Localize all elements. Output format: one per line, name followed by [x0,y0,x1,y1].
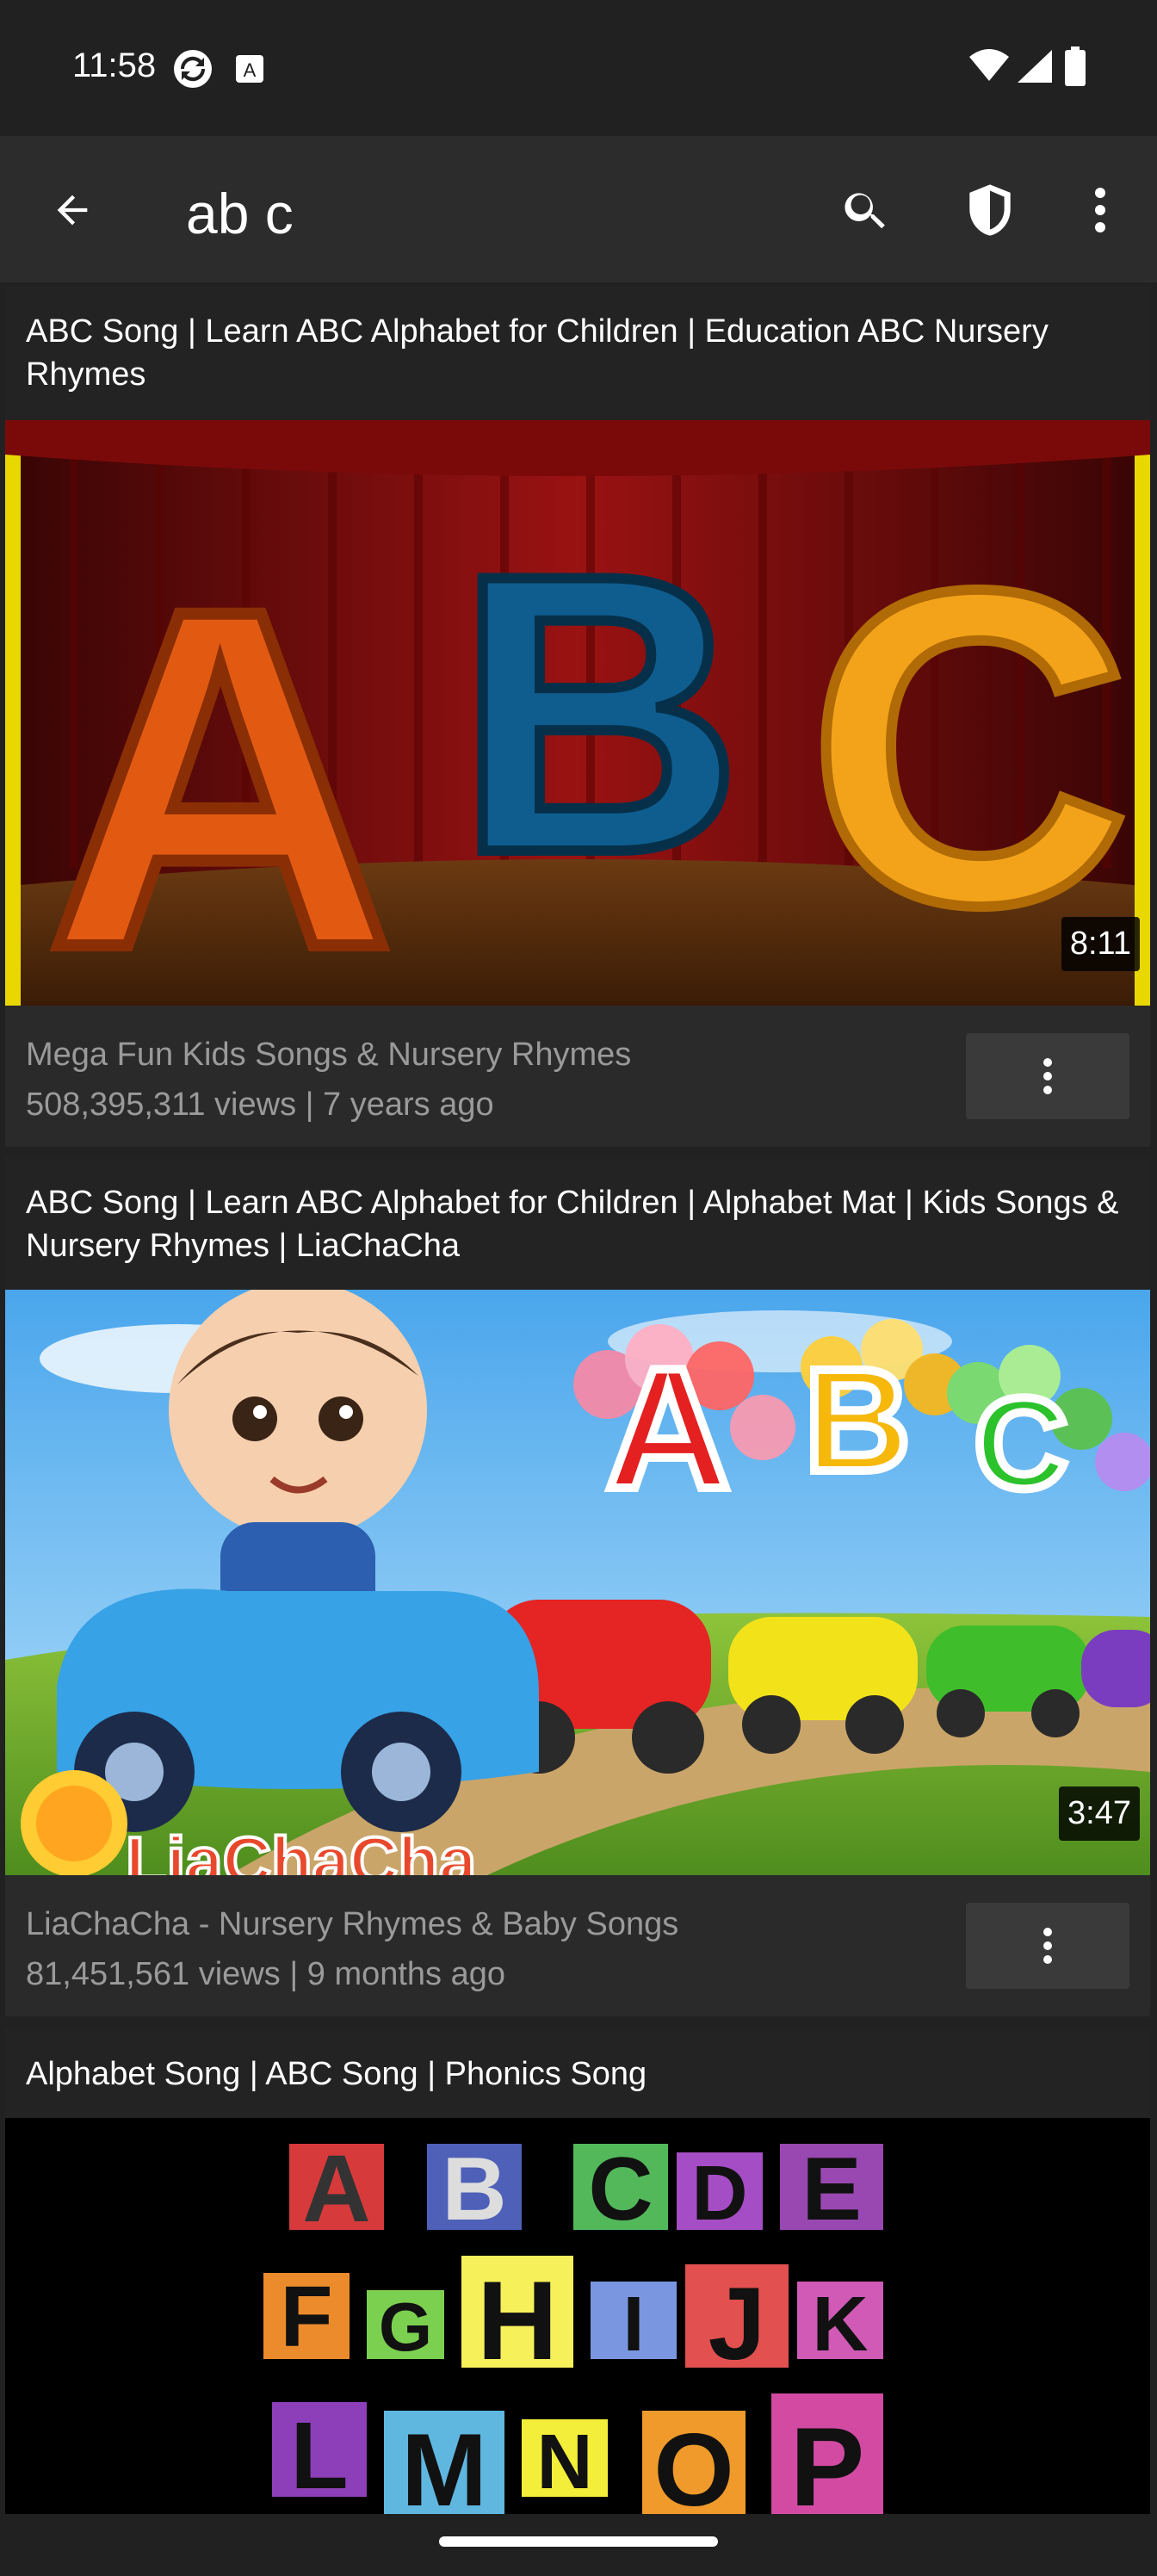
keyboard-a-icon: A [234,53,265,89]
liachacha-cars-image: A B C LiaChaCha [5,1290,1150,1875]
channel-name[interactable]: Mega Fun Kids Songs & Nursery Rhymes [26,1030,631,1080]
more-vert-icon [1043,1058,1052,1094]
block-letter: I [622,2282,644,2368]
video-thumbnail[interactable]: A B C D E F G H I J K L M N O P [5,2118,1150,2514]
block-letter: K [813,2282,869,2368]
more-vert-icon [1095,188,1105,232]
block-letter: G [379,2288,432,2365]
svg-text:A: A [244,59,257,81]
duration-badge: 3:47 [1059,1786,1140,1841]
video-thumbnail[interactable]: A B C 8:11 [5,420,1150,1006]
arrow-back-icon [57,195,88,226]
duration-badge: 8:11 [1061,917,1140,971]
battery-icon [1064,46,1086,90]
block-letter: L [290,2403,348,2509]
home-handle[interactable] [439,2536,718,2547]
letter-c: C [974,1371,1067,1515]
overflow-menu-button[interactable] [1059,169,1142,251]
search-query[interactable]: ab c [186,181,294,246]
video-options-button[interactable] [966,1903,1129,1989]
channel-name[interactable]: LiaChaCha - Nursery Rhymes & Baby Songs [26,1899,678,1949]
video-stats: 508,395,311 views | 7 years ago [26,1087,494,1123]
block-letter: C [588,2139,653,2239]
video-title[interactable]: Alphabet Song | ABC Song | Phonics Song [5,2028,1150,2096]
video-card[interactable]: ABC Song | Learn ABC Alphabet for Childr… [5,1157,1150,2016]
back-button[interactable] [31,169,114,251]
block-letter: M [401,2412,487,2514]
status-time: 11:58 [72,46,157,84]
shield-icon [969,184,1011,236]
video-thumbnail[interactable]: A B C LiaChaCha 3:47 [5,1290,1150,1875]
gesture-nav-bar [0,2514,1157,2576]
block-letter: F [280,2269,332,2365]
video-card[interactable]: ABC Song | Learn ABC Alphabet for Childr… [5,286,1150,1147]
abc-stage-image: A B C [5,420,1150,1006]
liachacha-logo-text: LiaChaCha [126,1823,477,1875]
wifi-icon [968,48,1011,87]
block-letter: J [708,2266,766,2381]
video-title[interactable]: ABC Song | Learn ABC Alphabet for Childr… [5,1157,1150,1267]
block-letter: N [537,2419,593,2505]
video-title-bar: ABC Song | Learn ABC Alphabet for Childr… [5,1157,1150,1290]
video-title-bar: Alphabet Song | ABC Song | Phonics Song [5,2028,1150,2118]
letter-a: A [606,1333,730,1525]
block-letter: E [801,2139,861,2239]
block-letter: D [692,2151,748,2237]
block-letter: O [653,2412,733,2514]
letter-a: A [46,509,394,1006]
alphabet-blocks-image: A B C D E F G H I J K L M N O P [263,2136,883,2514]
sync-icon [172,48,213,94]
letter-b: B [456,493,742,935]
video-options-button[interactable] [966,1033,1129,1119]
letter-b: B [805,1339,911,1502]
search-icon [845,193,885,229]
block-letter: P [790,2404,865,2514]
video-title-bar: ABC Song | Learn ABC Alphabet for Childr… [5,286,1150,420]
status-bar: 11:58 A [0,0,1157,136]
block-letter: H [477,2257,558,2383]
more-vert-icon [1043,1928,1052,1964]
search-toolbar: ab c [0,136,1157,282]
block-letter: A [302,2136,370,2242]
video-title[interactable]: ABC Song | Learn ABC Alphabet for Childr… [5,286,1150,396]
block-letter: B [442,2139,506,2239]
search-button[interactable] [825,169,907,251]
video-stats: 81,451,561 views | 9 months ago [26,1956,506,1992]
video-card[interactable]: Alphabet Song | ABC Song | Phonics Song … [5,2028,1150,2514]
privacy-shield-button[interactable] [949,169,1031,251]
signal-icon [1016,48,1054,89]
